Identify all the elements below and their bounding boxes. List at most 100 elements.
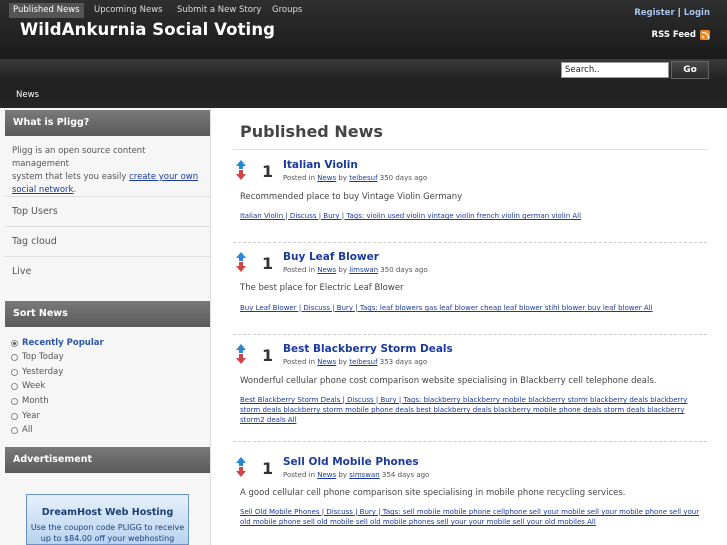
ad-line2: up to $84.00 off your webhosting (40, 534, 175, 543)
story-tags[interactable]: Best Blackberry Storm Deals | Discuss | … (240, 395, 702, 425)
category-link[interactable]: News (317, 266, 336, 274)
sidebar-tag-cloud[interactable]: Tag cloud (12, 236, 57, 247)
story-description: A good cellular cell phone comparison si… (240, 488, 626, 498)
register-link[interactable]: Register (634, 8, 674, 18)
radio-button[interactable] (11, 426, 18, 434)
sidebar-top-users[interactable]: Top Users (12, 206, 58, 217)
story-tags[interactable]: Sell Old Mobile Phones | Discuss | Bury … (240, 507, 702, 527)
user-link[interactable]: teibesuf (349, 174, 377, 182)
user-link[interactable]: simswan (349, 471, 380, 479)
title-divider (233, 149, 707, 150)
vote-count: 1 (262, 459, 274, 478)
sort-option-label: Month (22, 396, 49, 406)
sort-all[interactable]: All (11, 425, 33, 435)
sort-recently-popular[interactable]: Recently Popular (11, 338, 104, 348)
story-tags[interactable]: Buy Leaf Blower | Discuss | Bury | Tags:… (240, 303, 702, 313)
story-age: 353 days ago (379, 358, 428, 366)
by-label: by (338, 266, 347, 274)
vote-up-icon[interactable] (236, 160, 246, 169)
sidebar-live[interactable]: Live (12, 266, 31, 277)
ad-text: Use the coupon code PLIGG to receive up … (27, 522, 188, 544)
vote-up-icon[interactable] (236, 344, 246, 353)
story-age: 350 days ago (379, 174, 428, 182)
radio-button[interactable] (11, 368, 18, 376)
radio-button-checked[interactable] (11, 339, 18, 347)
category-link[interactable]: News (317, 174, 336, 182)
vote-up-icon[interactable] (236, 252, 246, 261)
page-title: Published News (240, 122, 383, 141)
vote-down-icon[interactable] (236, 170, 246, 180)
vote-down-icon[interactable] (236, 262, 246, 272)
user-link[interactable]: teibesuf (349, 358, 377, 366)
account-links: Register | Login (634, 8, 710, 18)
vote-count: 1 (262, 162, 274, 181)
nav-upcoming-news[interactable]: Upcoming News (90, 3, 167, 18)
story-divider (233, 242, 707, 243)
story-title-link[interactable]: Sell Old Mobile Phones (283, 456, 419, 468)
story-title-link[interactable]: Best Blackberry Storm Deals (283, 343, 453, 355)
sub-nav: News (0, 82, 727, 108)
story-age: 350 days ago (380, 266, 428, 274)
story-meta: Posted in News by teibesuf 353 days ago (283, 358, 427, 366)
sort-year[interactable]: Year (11, 411, 40, 421)
story-tags[interactable]: Italian Violin | Discuss | Bury | Tags: … (240, 211, 702, 221)
account-links-separator: | (677, 8, 681, 18)
site-title[interactable]: WildAnkurnia Social Voting (20, 20, 275, 39)
what-text-line1: Pligg is an open source content manageme… (12, 146, 146, 169)
posted-in-label: Posted in (283, 266, 316, 274)
sort-top-today[interactable]: Top Today (11, 352, 64, 362)
user-link[interactable]: limswan (349, 266, 378, 274)
rss-feed-link[interactable]: RSS Feed (652, 30, 710, 40)
story-title-link[interactable]: Buy Leaf Blower (283, 251, 379, 263)
sidebar-divider (5, 226, 210, 227)
vote-up-icon[interactable] (236, 457, 246, 466)
subnav-news[interactable]: News (16, 90, 39, 100)
nav-published-news[interactable]: Published News (9, 3, 84, 18)
create-network-link-1[interactable]: create your own (129, 172, 198, 182)
sort-yesterday[interactable]: Yesterday (11, 367, 63, 377)
story-title-link[interactable]: Italian Violin (283, 159, 358, 171)
nav-submit-story[interactable]: Submit a New Story (173, 3, 265, 18)
sort-option-label: Yesterday (22, 367, 64, 377)
category-link[interactable]: News (317, 358, 336, 366)
what-is-pligg-heading: What is Pligg? (5, 110, 210, 136)
rss-icon (700, 30, 710, 40)
vote-down-icon[interactable] (236, 467, 246, 477)
sort-month[interactable]: Month (11, 396, 49, 406)
story-description: The best place for Electric Leaf Blower (240, 283, 404, 293)
by-label: by (338, 174, 347, 182)
create-network-link-2[interactable]: social network (12, 185, 73, 195)
vote-down-icon[interactable] (236, 354, 246, 364)
sort-option-label: Top Today (22, 352, 64, 362)
sort-week[interactable]: Week (11, 381, 45, 391)
category-link[interactable]: News (317, 471, 336, 479)
story-description: Recommended place to buy Vintage Violin … (240, 192, 463, 202)
story-age: 354 days ago (381, 471, 430, 479)
by-label: by (338, 471, 347, 479)
posted-in-label: Posted in (283, 471, 316, 479)
login-link[interactable]: Login (684, 8, 710, 18)
nav-groups[interactable]: Groups (268, 3, 306, 18)
radio-button[interactable] (11, 382, 18, 390)
search-input[interactable] (561, 62, 669, 78)
what-text-line2: system that lets you easily (12, 172, 130, 182)
sidebar-divider (5, 196, 210, 197)
rss-feed-label: RSS Feed (651, 30, 696, 40)
sort-news-heading: Sort News (5, 301, 210, 327)
radio-button[interactable] (11, 397, 18, 405)
what-is-pligg-text: Pligg is an open source content manageme… (12, 145, 202, 197)
story-meta: Posted in News by teibesuf 350 days ago (283, 174, 427, 182)
what-text-end: . (73, 185, 77, 195)
radio-button[interactable] (11, 353, 18, 361)
sort-option-label: Recently Popular (22, 338, 104, 348)
radio-button[interactable] (11, 412, 18, 420)
dreamhost-ad[interactable]: DreamHost Web Hosting Use the coupon cod… (26, 494, 189, 545)
sidebar-divider (5, 256, 210, 257)
sort-option-label: Year (22, 411, 40, 421)
ad-line1: Use the coupon code PLIGG to receive (30, 523, 185, 532)
by-label: by (338, 358, 347, 366)
story-divider (233, 441, 707, 442)
search-go-button[interactable]: Go (671, 61, 709, 79)
story-divider (233, 334, 707, 335)
story-meta: Posted in News by simswan 354 days ago (283, 471, 429, 479)
